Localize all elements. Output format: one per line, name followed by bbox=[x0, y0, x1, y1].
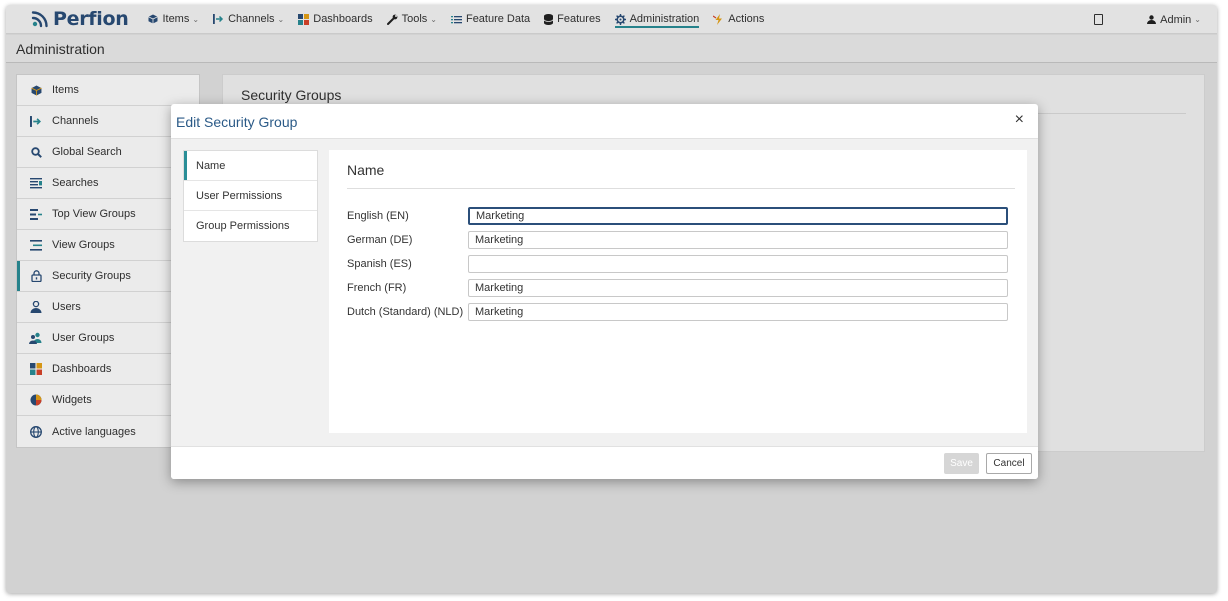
field-row-german: German (DE) bbox=[347, 230, 1008, 250]
field-label: English (EN) bbox=[347, 210, 409, 222]
tab-name[interactable]: Name bbox=[184, 151, 317, 181]
dialog-body: Name User Permissions Group Permissions … bbox=[171, 139, 1038, 446]
dialog-header: Edit Security Group × bbox=[171, 104, 1038, 139]
tab-user-permissions[interactable]: User Permissions bbox=[184, 181, 317, 211]
field-row-english: English (EN) bbox=[347, 206, 1008, 226]
dialog-footer: Save Cancel bbox=[171, 446, 1038, 479]
edit-security-group-dialog: Edit Security Group × Name User Permissi… bbox=[171, 104, 1038, 479]
dutch-name-input[interactable] bbox=[468, 303, 1008, 321]
field-row-spanish: Spanish (ES) bbox=[347, 254, 1008, 274]
form-title: Name bbox=[347, 162, 385, 178]
field-label: Dutch (Standard) (NLD) bbox=[347, 306, 464, 318]
save-button[interactable]: Save bbox=[944, 453, 979, 474]
field-label: Spanish (ES) bbox=[347, 258, 412, 270]
english-name-input[interactable] bbox=[468, 207, 1008, 225]
field-row-dutch: Dutch (Standard) (NLD) bbox=[347, 302, 1008, 322]
german-name-input[interactable] bbox=[468, 231, 1008, 249]
divider bbox=[347, 188, 1015, 189]
dialog-tabs: Name User Permissions Group Permissions bbox=[183, 150, 318, 242]
field-label: French (FR) bbox=[347, 282, 407, 294]
spanish-name-input[interactable] bbox=[468, 255, 1008, 273]
tab-group-permissions[interactable]: Group Permissions bbox=[184, 211, 317, 241]
cancel-button[interactable]: Cancel bbox=[986, 453, 1032, 474]
french-name-input[interactable] bbox=[468, 279, 1008, 297]
field-label: German (DE) bbox=[347, 234, 413, 246]
dialog-title: Edit Security Group bbox=[176, 114, 298, 130]
close-icon[interactable]: × bbox=[1015, 112, 1024, 128]
field-row-french: French (FR) bbox=[347, 278, 1008, 298]
name-form: Name English (EN) German (DE) Spanish (E… bbox=[329, 150, 1027, 433]
